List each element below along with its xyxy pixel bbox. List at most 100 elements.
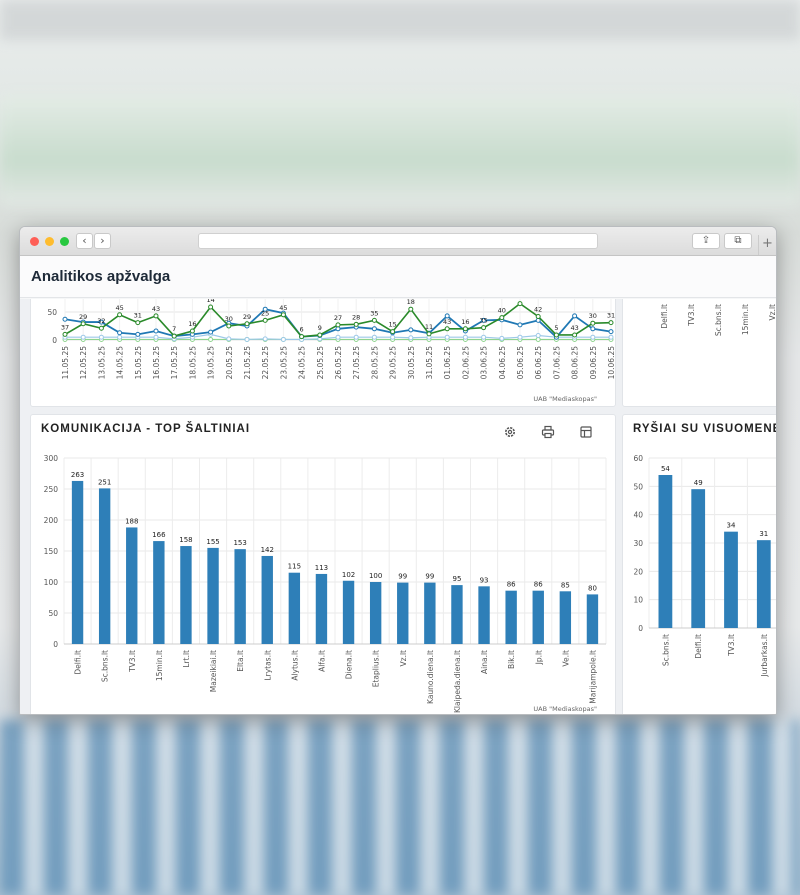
point-value-label: 6 [300,326,304,334]
x-category-label: TV3.lt [128,650,137,673]
series-point [444,326,450,332]
x-category-label: TV3.lt [727,634,736,657]
x-category-label: Jurbarkas.lt [760,634,769,678]
x-date-label: 03.06.25 [480,346,489,380]
x-category-label: Jp.lt [534,650,543,665]
page-title: Analitikos apžvalga [31,268,171,285]
close-window-button[interactable] [30,237,39,246]
y-tick-label: 50 [48,609,58,618]
browser-titlebar: ‹ › ⇪ ⧉ + [20,227,776,256]
bar [71,480,84,644]
series-point [572,332,578,338]
y-tick-label: 50 [633,482,643,491]
bar [315,573,328,644]
series-point [299,334,305,340]
zoom-window-button[interactable] [60,237,69,246]
series-point [444,334,450,340]
series-point [135,331,141,337]
background-blur-top [0,0,800,40]
bar [559,591,572,644]
bar-value-label: 99 [398,573,407,581]
bar-value-label: 102 [342,571,355,579]
bar [207,547,219,644]
x-date-label: 30.05.25 [407,346,416,380]
series-point [517,322,523,328]
series-point [98,334,104,340]
series-point [353,321,359,327]
series-point [371,326,377,332]
bar-value-label: 263 [71,471,84,479]
x-date-label: 26.05.25 [334,346,343,380]
x-date-label: 18.05.25 [188,346,197,380]
point-value-label: 35 [370,309,378,317]
background-blur-bars [0,720,800,895]
series-point [80,334,86,340]
x-category-label: Ve.lt [561,650,570,667]
bar-value-label: 155 [206,538,219,546]
series-point [244,336,250,342]
tabs-overview-icon[interactable]: ⧉ [724,233,752,249]
point-value-label: 30 [225,315,233,323]
y-tick-label: 250 [44,485,59,494]
x-category-label: Klaipeda.diena.lt [453,650,462,713]
x-date-label: 06.06.25 [534,346,543,380]
series-point [499,335,505,341]
x-category-label: 15min.lt [741,304,750,335]
y-tick-label: 50 [47,308,57,317]
bar-value-label: 188 [125,517,138,525]
x-category-label: 15min.lt [155,650,164,681]
point-value-label: 18 [407,299,415,306]
series-point [208,304,214,310]
bar-value-label: 113 [315,564,328,572]
point-value-label: 43 [570,324,578,332]
bar-value-label: 158 [179,536,192,544]
point-value-label: 31 [607,312,615,320]
x-category-label: Aina.lt [480,650,489,674]
bar [126,527,138,644]
series-point [481,334,487,340]
x-category-label: Alytus.lt [290,650,299,681]
series-point [153,328,159,334]
x-date-label: 31.05.25 [425,346,434,380]
series-point [189,328,195,334]
bar [342,580,355,644]
bar-value-label: 99 [425,573,434,581]
bar [532,590,544,644]
point-value-label: 30 [589,312,597,320]
x-date-label: 07.06.25 [552,346,561,380]
timeline-chart-card: 0 50 37 29 32 45 31 43 7 16 14 30 29 25 45 6 9 27 28 35 15 18… [30,299,616,407]
background-blur-chart [0,95,800,205]
address-bar[interactable] [198,233,598,249]
y-tick-label: 30 [633,539,643,548]
x-category-label: Marijampole.lt [588,650,597,704]
series-point [335,334,341,340]
x-date-label: 04.06.25 [498,346,507,380]
x-date-label: 20.05.25 [225,346,234,380]
bar [478,586,490,644]
series-point [280,312,286,318]
x-date-label: 12.05.25 [79,346,88,380]
y-tick-label: 300 [44,454,59,463]
x-date-label: 11.05.25 [61,346,70,380]
series-point [98,325,104,331]
series-point [408,335,414,341]
bar-value-label: 93 [480,576,489,584]
back-button[interactable]: ‹ [76,233,93,249]
browser-window: ‹ › ⇪ ⧉ + Analitikos apžvalga 0 50 37 29 32 4… [19,226,777,715]
series-point [535,333,541,339]
x-category-label: TV3.lt [687,304,696,327]
series-point [135,320,141,326]
timeline-line-chart: 0 50 37 29 32 45 31 43 7 16 14 30 29 25 45 6 9 27 28 35 15 18… [47,299,616,403]
series-point [390,329,396,335]
series-point [244,321,250,327]
point-value-label: 28 [352,313,360,321]
minimize-window-button[interactable] [45,237,54,246]
series-point [353,334,359,340]
series-point [517,334,523,340]
series-point [590,326,596,332]
forward-button[interactable]: › [94,233,111,249]
x-date-label: 17.05.25 [170,346,179,380]
new-tab-button[interactable]: + [758,235,776,255]
share-icon[interactable]: ⇪ [692,233,720,249]
x-category-label: Lrt.lt [182,650,191,668]
